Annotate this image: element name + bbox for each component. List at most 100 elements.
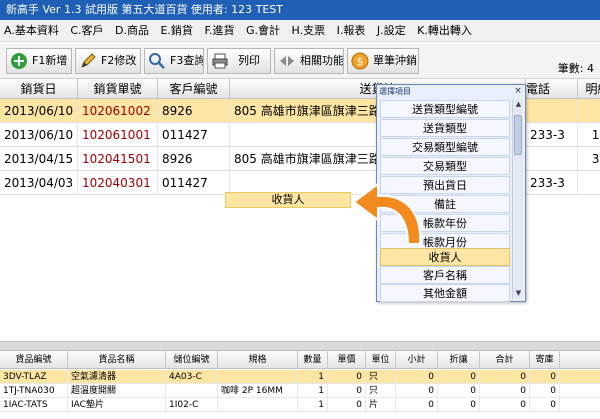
- cell-phone: 233-3: [526, 171, 578, 195]
- curved-arrow-icon: [352, 182, 422, 245]
- cell-date: 2013/06/10: [0, 123, 78, 147]
- table-row[interactable]: 3DV-TLAZ 空氣濾清器 4A03-C 1 0 只 0 0 0 0: [0, 370, 600, 384]
- menu-settings[interactable]: J.設定: [373, 20, 410, 42]
- close-icon[interactable]: ×: [513, 87, 523, 97]
- col-item-name[interactable]: 貨品名稱: [68, 351, 166, 369]
- cell-customer-id: 011427: [158, 171, 230, 195]
- col-detail[interactable]: 明細: [578, 79, 600, 99]
- cell-sales-no: 102061001: [78, 123, 158, 147]
- edit-button[interactable]: F2修改: [75, 48, 141, 74]
- query-button[interactable]: F3查詢: [144, 48, 204, 74]
- arrows-icon: [280, 56, 294, 66]
- col-discount[interactable]: 折讓: [438, 351, 480, 369]
- printer-icon: [212, 53, 228, 69]
- cell-item-name: IAC墊片: [68, 398, 166, 412]
- detail-grid: 貨品編號 貨品名稱 儲位編號 規格 數量 單價 單位 小計 折讓 合計 寄庫 3…: [0, 351, 600, 419]
- chooser-item[interactable]: 送貨類型: [380, 119, 510, 137]
- cell-qty: 1: [298, 370, 328, 384]
- col-customer-id[interactable]: 客戶編號: [158, 79, 230, 99]
- cell-discount: 0: [438, 398, 480, 412]
- app-window: 新高手 Ver 1.3 試用版 第五大道百貨 使用者: 123 TEST A.基…: [0, 0, 600, 419]
- plus-icon: [11, 53, 27, 69]
- cell-item-name: 空氣濾清器: [68, 370, 166, 384]
- menu-accounting[interactable]: G.會計: [242, 20, 284, 42]
- cell-sales-no: 102040301: [78, 171, 158, 195]
- cell-item-name: 超溫度開關: [68, 384, 166, 398]
- menu-purchase[interactable]: F.進貨: [200, 20, 238, 42]
- cell-consign: 0: [530, 370, 560, 384]
- menu-reports[interactable]: I.報表: [333, 20, 370, 42]
- menu-sales[interactable]: E.銷貨: [156, 20, 196, 42]
- table-row[interactable]: 1IAC-TATS IAC墊片 1I02-C 1 0 片 0 0 0 0: [0, 398, 600, 412]
- dragged-column-tag[interactable]: 收貨人: [225, 192, 351, 208]
- menu-import-export[interactable]: K.轉出轉入: [413, 20, 476, 42]
- cell-unit: 只: [366, 370, 396, 384]
- cell-consign: 0: [530, 398, 560, 412]
- col-total[interactable]: 合計: [480, 351, 530, 369]
- single-offset-label: 單筆沖銷: [373, 54, 417, 67]
- col-subtotal[interactable]: 小計: [396, 351, 438, 369]
- col-spec[interactable]: 規格: [218, 351, 298, 369]
- cell-phone: 233-3: [526, 123, 578, 147]
- chooser-item[interactable]: 客戶名稱: [380, 266, 510, 284]
- col-qty[interactable]: 數量: [298, 351, 328, 369]
- single-offset-button[interactable]: $ 單筆沖銷: [347, 48, 419, 74]
- new-button-label: F1新增: [32, 54, 68, 67]
- cell-total: 0: [480, 370, 530, 384]
- cell-date: 2013/04/03: [0, 171, 78, 195]
- menu-customer[interactable]: C.客戶: [66, 20, 107, 42]
- cell-location: 4A03-C: [166, 370, 218, 384]
- cell-unit: 片: [366, 398, 396, 412]
- cell-total: 0: [480, 398, 530, 412]
- scroll-up-icon[interactable]: ▲: [513, 99, 524, 110]
- cell-subtotal: 0: [396, 398, 438, 412]
- related-functions-button[interactable]: 相關功能: [274, 48, 344, 74]
- col-sales-date[interactable]: 銷貨日: [0, 79, 78, 99]
- scroll-thumb[interactable]: [514, 115, 522, 155]
- toolbar: F1新增 F2修改 F3查詢 列印 相關功能 $ 單筆沖銷: [0, 43, 600, 79]
- col-price[interactable]: 單價: [328, 351, 366, 369]
- col-unit[interactable]: 單位: [366, 351, 396, 369]
- col-consign[interactable]: 寄庫: [530, 351, 560, 369]
- cell-price: 0: [328, 370, 366, 384]
- new-button[interactable]: F1新增: [6, 48, 72, 74]
- print-button[interactable]: 列印: [207, 48, 271, 74]
- chooser-item[interactable]: 送貨類型編號: [380, 100, 510, 118]
- cell-detail: [578, 171, 600, 195]
- cell-date: 2013/04/15: [0, 147, 78, 171]
- cell-customer-id: 011427: [158, 123, 230, 147]
- query-button-label: F3查詢: [170, 54, 204, 67]
- table-row[interactable]: 1TJ-TNA030 超溫度開關 咖啡 2P 16MM 1 0 只 0 0 0 …: [0, 384, 600, 398]
- cell-item-code: 1IAC-TATS: [0, 398, 68, 412]
- col-phone[interactable]: 電話: [526, 79, 578, 99]
- edit-button-label: F2修改: [101, 54, 137, 67]
- menu-basic-data[interactable]: A.基本資料: [0, 20, 63, 42]
- cell-qty: 1: [298, 384, 328, 398]
- column-chooser-title: 選擇項目: [379, 87, 411, 96]
- window-title: 新高手 Ver 1.3 試用版 第五大道百貨 使用者: 123 TEST: [0, 0, 600, 20]
- chooser-item[interactable]: 交易類型編號: [380, 138, 510, 156]
- coin-icon: $: [351, 52, 369, 70]
- cell-location: 1I02-C: [166, 398, 218, 412]
- col-item-code[interactable]: 貨品編號: [0, 351, 68, 369]
- col-location[interactable]: 儲位編號: [166, 351, 218, 369]
- cell-subtotal: 0: [396, 384, 438, 398]
- cell-phone: [526, 99, 578, 123]
- menu-checks[interactable]: H.支票: [288, 20, 330, 42]
- scroll-down-icon[interactable]: ▼: [513, 288, 524, 299]
- cell-spec: [218, 370, 298, 384]
- cell-discount: 0: [438, 370, 480, 384]
- cell-detail: [578, 99, 600, 123]
- menu-product[interactable]: D.商品: [111, 20, 153, 42]
- chooser-scrollbar[interactable]: ▲ ▼: [512, 99, 523, 299]
- cell-sales-no: 102061002: [78, 99, 158, 123]
- panel-splitter[interactable]: [0, 341, 600, 351]
- cell-item-code: 3DV-TLAZ: [0, 370, 68, 384]
- cell-consign: 0: [530, 384, 560, 398]
- chooser-item[interactable]: 其他金額: [380, 284, 510, 302]
- cell-subtotal: 0: [396, 370, 438, 384]
- col-sales-no[interactable]: 銷貨單號: [78, 79, 158, 99]
- svg-text:$: $: [357, 55, 364, 68]
- cell-customer-id: 8926: [158, 99, 230, 123]
- cell-detail: 12: [578, 123, 600, 147]
